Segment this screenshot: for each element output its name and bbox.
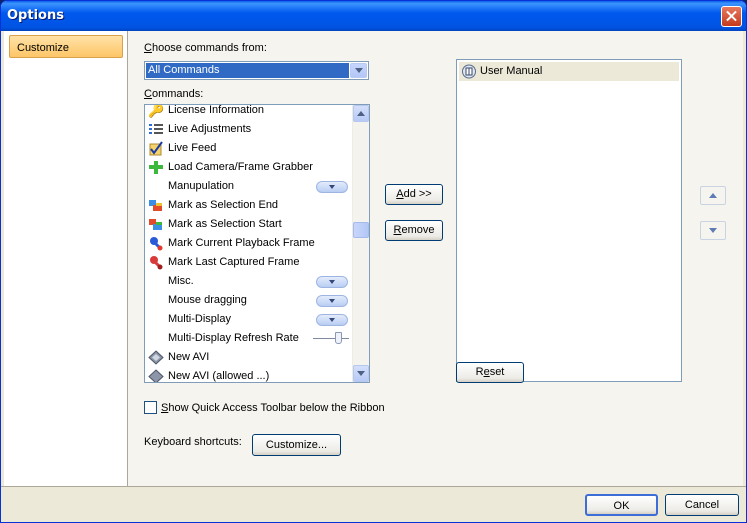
checkmark-icon — [148, 141, 164, 156]
slider-track — [313, 338, 349, 339]
customize-shortcuts-button[interactable]: Customize... — [252, 434, 341, 456]
customize-panel: Choose commands from: All Commands Comma… — [129, 31, 743, 486]
list-item[interactable]: Mark as Selection Start — [147, 215, 351, 234]
remove-button[interactable]: Remove — [385, 220, 443, 241]
commands-list[interactable]: 🔑 License Information Live Adjustments L… — [144, 104, 370, 383]
combo-selected-value: All Commands — [146, 63, 349, 78]
quick-access-list[interactable]: User Manual — [456, 59, 682, 382]
list-item[interactable]: Mouse dragging — [147, 291, 351, 310]
green-plus-icon — [148, 160, 164, 175]
nav-item-label: Customize — [17, 42, 69, 54]
key-icon: 🔑 — [148, 104, 165, 118]
options-nav: Customize — [4, 31, 128, 486]
commands-scrollbar[interactable] — [352, 105, 369, 382]
ok-button[interactable]: OK — [585, 494, 658, 516]
title-bar[interactable]: Options — [1, 1, 746, 31]
move-down-button[interactable] — [700, 221, 726, 240]
list-item[interactable]: Misc. — [147, 272, 351, 291]
options-dialog: Options Customize Choose commands from: … — [0, 0, 747, 523]
dropdown-indicator[interactable] — [316, 276, 348, 288]
list-item[interactable]: Load Camera/Frame Grabber — [147, 158, 351, 177]
list-item[interactable]: Mark as Selection End — [147, 196, 351, 215]
list-item[interactable]: New AVI (allowed ...) — [147, 367, 351, 382]
dropdown-indicator[interactable] — [316, 314, 348, 326]
list-item[interactable]: New AVI — [147, 348, 351, 367]
list-item[interactable]: Mark Last Captured Frame — [147, 253, 351, 272]
selection-end-icon — [148, 198, 164, 213]
move-up-button[interactable] — [700, 186, 726, 205]
pushpin-red-icon — [148, 255, 164, 270]
commands-label: Commands: — [144, 88, 204, 100]
nav-item-customize[interactable]: Customize — [9, 35, 123, 58]
dropdown-indicator[interactable] — [316, 181, 348, 193]
scroll-thumb[interactable] — [353, 222, 369, 238]
list-item[interactable]: Multi-Display Refresh Rate — [147, 329, 351, 348]
show-qat-label[interactable]: Show Quick Access Toolbar below the Ribb… — [161, 402, 385, 414]
scroll-down-icon[interactable] — [353, 365, 369, 382]
list-item[interactable]: User Manual — [459, 62, 679, 81]
list-item[interactable]: Mark Current Playback Frame — [147, 234, 351, 253]
close-button[interactable] — [721, 6, 742, 27]
show-qat-checkbox[interactable] — [144, 401, 157, 414]
reset-button[interactable]: Reset — [456, 362, 524, 383]
list-item[interactable]: 🔑 License Information — [147, 104, 351, 120]
chevron-down-icon[interactable] — [350, 63, 367, 78]
list-item[interactable]: Live Adjustments — [147, 120, 351, 139]
avi-diamond-icon — [148, 350, 164, 365]
dialog-footer: OK Cancel — [1, 486, 746, 522]
list-item[interactable]: Manupulation — [147, 177, 351, 196]
keyboard-shortcuts-label: Keyboard shortcuts: — [144, 436, 242, 448]
selection-start-icon — [148, 217, 164, 232]
dialog-content: Customize Choose commands from: All Comm… — [4, 31, 743, 486]
list-item[interactable]: Multi-Display — [147, 310, 351, 329]
slider-thumb[interactable] — [335, 332, 342, 344]
window-title: Options — [7, 8, 64, 23]
list-item[interactable]: Live Feed — [147, 139, 351, 158]
avi-diamond-icon — [148, 369, 164, 382]
cancel-button[interactable]: Cancel — [665, 494, 739, 516]
manual-icon — [461, 64, 477, 82]
choose-commands-combo[interactable]: All Commands — [144, 61, 369, 80]
choose-commands-label: Choose commands from: — [144, 42, 267, 54]
add-button[interactable]: Add >> — [385, 184, 443, 205]
scroll-up-icon[interactable] — [353, 105, 369, 122]
pushpin-blue-icon — [148, 236, 164, 251]
dropdown-indicator[interactable] — [316, 295, 348, 307]
adjustments-list-icon — [148, 122, 164, 137]
